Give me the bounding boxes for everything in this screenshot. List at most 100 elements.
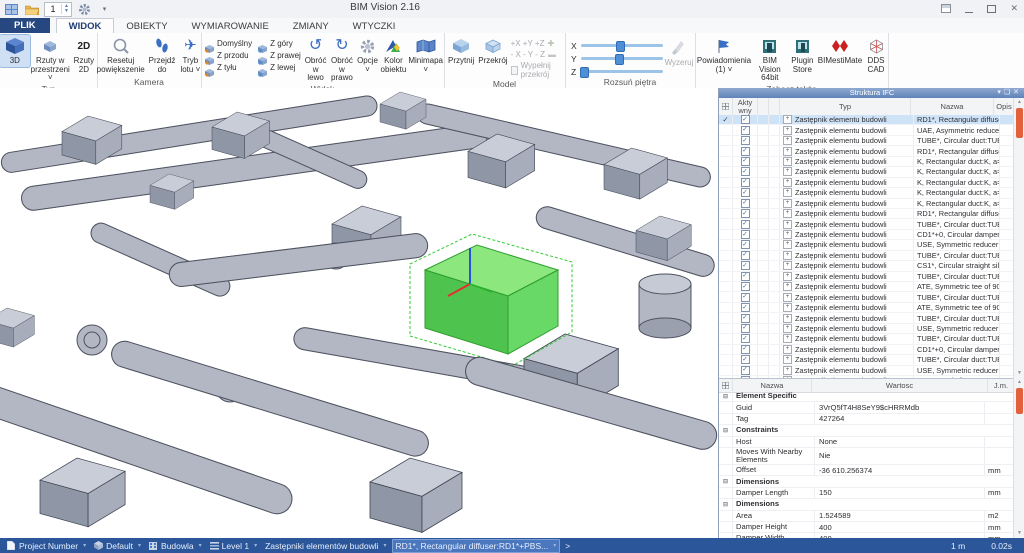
wyzeruj-button[interactable]: Wyzeruj [663,37,695,69]
ifc-tree-row[interactable]: ✓✓+Zastępnik elementu budowliRD1*, Recta… [719,115,1014,125]
row-nazwa[interactable]: TUBE*, Circular duct:TUBE*,... [914,219,1000,228]
expand-icon[interactable]: + [783,261,792,270]
settings-gear-icon[interactable] [77,3,92,16]
row-active-checkbox[interactable]: ✓ [733,272,758,281]
checkbox-checked-icon[interactable]: ✓ [741,240,750,249]
view-preset-domyślny[interactable]: Domyślny [205,38,252,49]
tryb-lotu-button[interactable]: ✈ Tryb lotu ˅ [178,35,202,75]
property-row[interactable]: Damper Height400mm [719,522,1014,533]
row-active-checkbox[interactable]: ✓ [733,366,758,375]
minimize-icon[interactable] [965,5,973,13]
checkbox-checked-icon[interactable]: ✓ [741,261,750,270]
row-active-checkbox[interactable]: ✓ [733,324,758,333]
view-preset-z-góry[interactable]: Z góry [258,38,301,49]
row-typ[interactable]: +Zastępnik elementu budowli [780,188,914,197]
tab-wtyczki[interactable]: WTYCZKI [341,18,408,33]
panel-float-icon[interactable]: ❏ [1004,89,1013,96]
row-nazwa[interactable]: TUBE*, Circular duct:TUBE*,... [914,292,1000,301]
ribbon-style-icon[interactable] [941,4,951,13]
rzuty-przestrzeni-button[interactable]: Rzuty w przestrzeni ˅ [30,35,71,84]
minimapa-button[interactable]: Minimapa ˅ [407,35,444,75]
row-typ[interactable]: +Zastępnik elementu budowli [780,355,914,364]
row-active-checkbox[interactable]: ✓ [733,136,758,145]
column-nazwa[interactable]: Nazwa [911,98,994,115]
tab-wymiarowanie[interactable]: WYMIAROWANIE [180,18,281,33]
expand-icon[interactable]: + [783,199,792,208]
row-active-checkbox[interactable]: ✓ [733,146,758,155]
row-typ[interactable]: +Zastępnik elementu budowli [780,282,914,291]
ifc-tree-row[interactable]: ✓+Zastępnik elementu budowliATE, Symmetr… [719,282,1014,292]
expand-icon[interactable]: + [783,209,792,218]
ifc-tree-row[interactable]: ✓+Zastępnik elementu budowliTUBE*, Circu… [719,136,1014,146]
checkbox-checked-icon[interactable]: ✓ [741,345,750,354]
row-nazwa[interactable]: RD1*, Rectangular diffuser:... [914,115,1000,124]
checkbox-checked-icon[interactable]: ✓ [741,334,750,343]
slider-track[interactable] [581,70,663,73]
chevron-down-icon[interactable]: ▾ [384,542,387,549]
ifc-tree-row[interactable]: ✓+Zastępnik elementu budowliK, Rectangul… [719,157,1014,167]
slider-thumb[interactable] [580,67,589,78]
expand-icon[interactable]: + [783,334,792,343]
checkbox-checked-icon[interactable]: ✓ [741,220,750,229]
expand-icon[interactable]: + [783,115,792,124]
row-nazwa[interactable]: ATE, Symmetric tee of 90 de... [914,282,1000,291]
ifc-tree-row[interactable]: ✓+Zastępnik elementu budowliTUBE*, Circu… [719,272,1014,282]
checkbox-checked-icon[interactable]: ✓ [741,272,750,281]
ifc-tree-row[interactable]: ✓+Zastępnik elementu budowliATE, Symmetr… [719,303,1014,313]
checkbox-checked-icon[interactable]: ✓ [741,324,750,333]
checkbox-checked-icon[interactable]: ✓ [741,251,750,260]
row-active-checkbox[interactable]: ✓ [733,355,758,364]
checkbox-checked-icon[interactable]: ✓ [741,126,750,135]
view-3d-button[interactable]: 3D [0,35,30,67]
tab-widok[interactable]: WIDOK [56,18,115,33]
tab-obiekty[interactable]: OBIEKTY [114,18,179,33]
row-typ[interactable]: +Zastępnik elementu budowli [780,345,914,354]
breadcrumb-item[interactable]: Zastępniki elementów budowli▾ [262,540,389,552]
row-nazwa[interactable]: K, Rectangular duct:K, a=50... [914,199,1000,208]
selected-element-3d[interactable] [410,234,572,366]
breadcrumb-item[interactable]: Default▾ [91,540,144,552]
ifc-tree-row[interactable]: ✓+Zastępnik elementu budowliUSE, Symmetr… [719,366,1014,376]
checkbox-checked-icon[interactable]: ✓ [741,209,750,218]
checkbox-checked-icon[interactable]: ✓ [741,199,750,208]
view-preset-z-lewej[interactable]: Z lewej [258,62,301,73]
view-preset-z-prawej[interactable]: Z prawej [258,50,301,61]
floor-number-spinner[interactable]: 1 ▲▼ [44,2,72,17]
floor-spread-slider-z[interactable]: Z [571,67,663,76]
property-row[interactable]: Tag427264 [719,414,1014,425]
axis-plus-row[interactable]: +X +Y +Z✚ [511,39,565,48]
row-active-checkbox[interactable]: ✓ [733,125,758,134]
checkbox-checked-icon[interactable]: ✓ [741,157,750,166]
resetuj-powiekszenie-button[interactable]: Resetuj powiększenie [96,35,146,75]
chevron-down-icon[interactable]: ▾ [254,542,257,549]
opcje-button[interactable]: Opcje ˅ [356,35,380,75]
row-typ[interactable]: +Zastępnik elementu budowli [780,178,914,187]
row-typ[interactable]: +Zastępnik elementu budowli [780,136,914,145]
expand-icon[interactable]: + [783,240,792,249]
view-preset-z-przodu[interactable]: Z przodu [205,50,252,61]
row-typ[interactable]: +Zastępnik elementu budowli [780,313,914,322]
property-group-row[interactable]: ⊟Dimensions [719,476,1014,487]
properties-scrollbar[interactable]: ▲ ▼ [1013,378,1024,538]
column-opis[interactable]: Opis [994,98,1014,115]
row-active-checkbox[interactable]: ✓ [733,303,758,312]
chevron-down-icon[interactable]: ▾ [553,542,556,549]
ifc-tree-row[interactable]: ✓+Zastępnik elementu budowliCS1*, Circul… [719,261,1014,271]
row-typ[interactable]: +Zastępnik elementu budowli [780,219,914,228]
ifc-tree-row[interactable]: ✓+Zastępnik elementu budowliK, Rectangul… [719,178,1014,188]
collapse-group-icon[interactable]: ⊟ [719,476,733,486]
row-nazwa[interactable]: ATE, Symmetric tee of 90 de... [914,303,1000,312]
row-active-checkbox[interactable]: ✓ [733,188,758,197]
rzuty-2d-button[interactable]: 2D Rzuty 2D [71,35,97,75]
breadcrumb-item[interactable]: Level 1▾ [207,540,260,552]
property-row[interactable]: Area1.524589m2 [719,511,1014,522]
row-nazwa[interactable]: K, Rectangular duct:K, a=50... [914,167,1000,176]
chevron-down-icon[interactable]: ▾ [83,542,86,549]
row-active-checkbox[interactable]: ✓ [733,261,758,270]
ifc-tree-row[interactable]: ✓+Zastępnik elementu budowliTUBE*, Circu… [719,251,1014,261]
panel-title-bar[interactable]: Struktura IFC ▾❏✕ [719,88,1024,98]
expand-icon[interactable]: + [783,293,792,302]
row-typ[interactable]: +Zastępnik elementu budowli [780,334,914,343]
row-nazwa[interactable]: CS1*, Circular straight silenc... [914,261,1000,270]
row-active-checkbox[interactable]: ✓ [733,167,758,176]
